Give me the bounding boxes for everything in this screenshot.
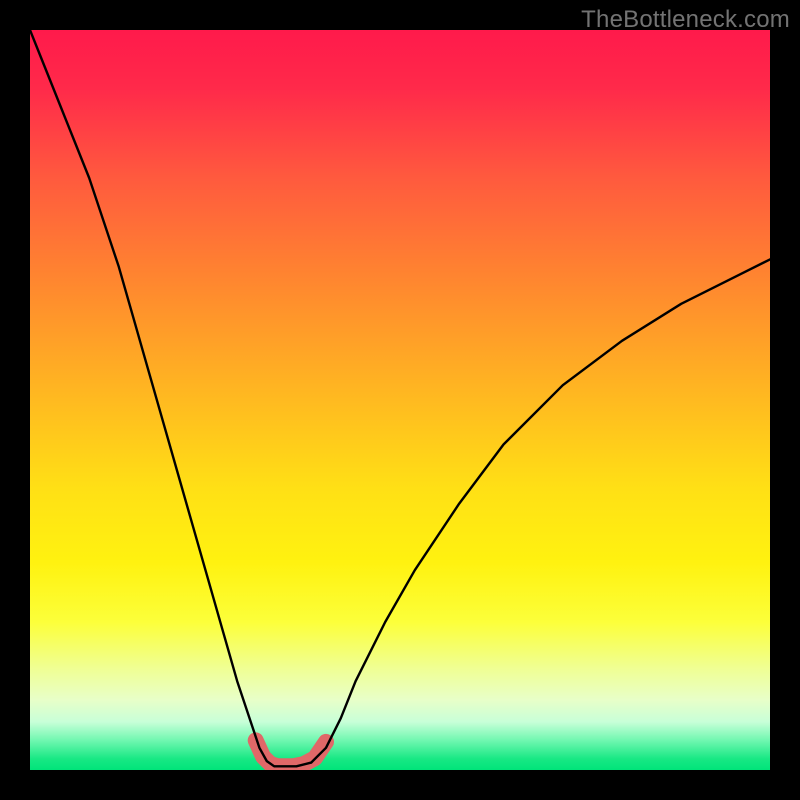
outer-frame: TheBottleneck.com bbox=[0, 0, 800, 800]
chart-svg bbox=[30, 30, 770, 770]
gradient-background bbox=[30, 30, 770, 770]
plot-area bbox=[30, 30, 770, 770]
